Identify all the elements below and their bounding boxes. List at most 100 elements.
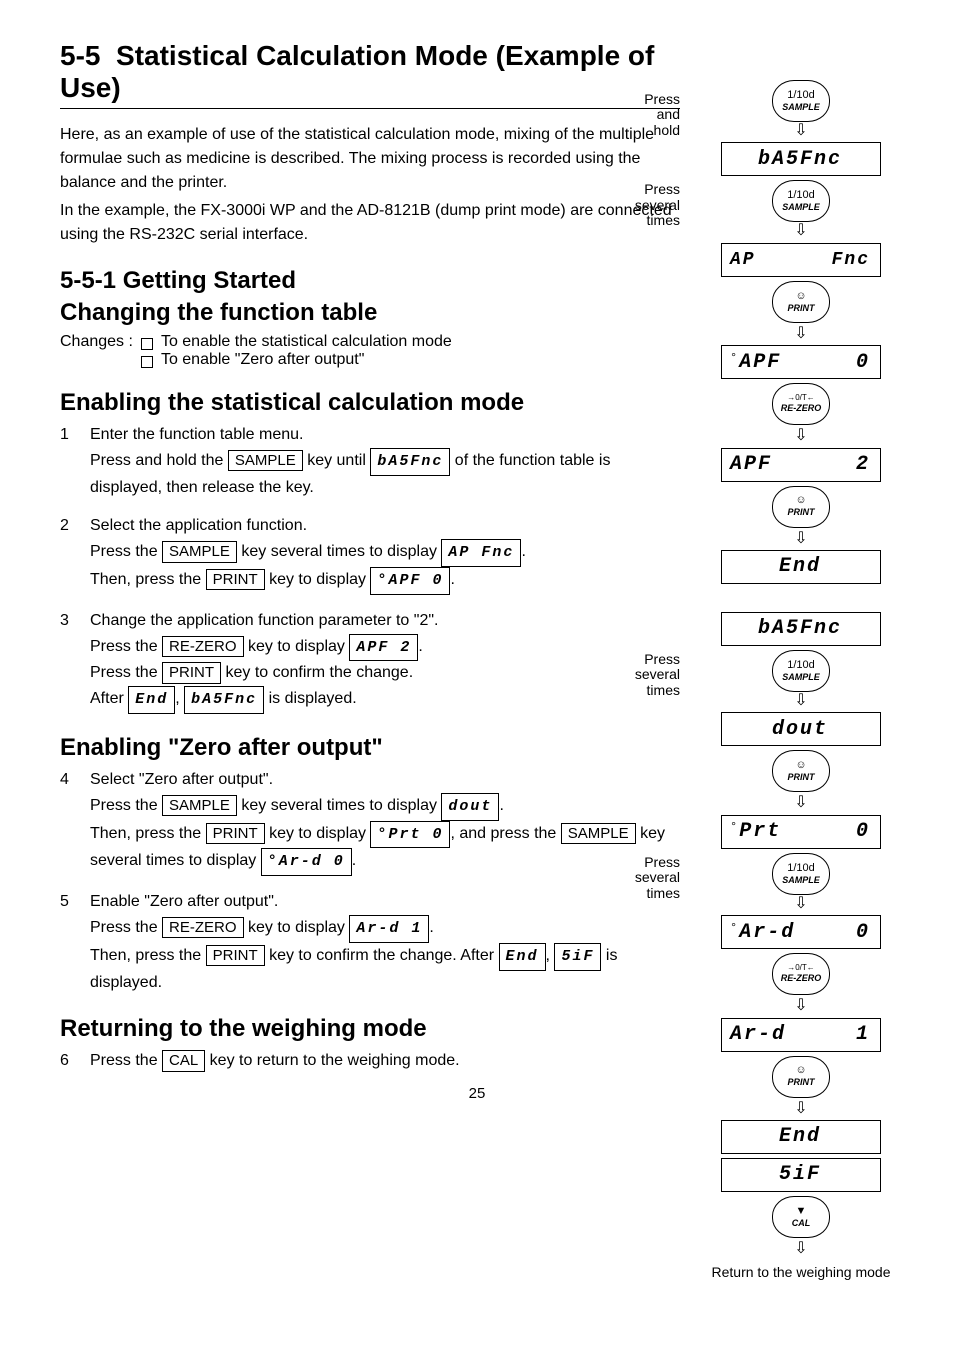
display-apf0: °APF 0 xyxy=(721,345,881,379)
page-number: 25 xyxy=(0,1085,954,1102)
print-key-icon: ☺ PRINT xyxy=(772,750,830,792)
key-label: RE-ZERO xyxy=(781,404,822,413)
key-top: →0/T← xyxy=(787,964,815,972)
key-top: ☺ xyxy=(795,291,806,302)
print-keybox: PRINT xyxy=(206,569,265,591)
display-ba5fnc2: bA5Fnc xyxy=(721,612,881,646)
changes-row: Changes : To enable the statistical calc… xyxy=(60,333,680,369)
rezero-key-icon: →0/T← RE-ZERO xyxy=(772,383,830,425)
seg: °Prt xyxy=(730,820,781,843)
step2-line2a: Press the xyxy=(90,543,162,560)
section-title-text: Statistical Calculation Mode (Example of… xyxy=(60,40,654,103)
segbox-ba5fnc2: bA5Fnc xyxy=(184,686,264,714)
segbox-sif: 5iF xyxy=(554,943,601,971)
key-top: 1/10d xyxy=(787,660,815,671)
sample-key-icon: 1/10d SAMPLE xyxy=(772,180,830,222)
key-label: SAMPLE xyxy=(782,103,820,112)
arrow-down-icon: ⇩ xyxy=(794,897,807,911)
key-top: 1/10d xyxy=(787,90,815,101)
step4-line1: Select "Zero after output". xyxy=(90,771,273,788)
display-end: End xyxy=(721,550,881,584)
step5-line3a: Then, press the xyxy=(90,947,206,964)
intro-p2: In the example, the FX-3000i WP and the … xyxy=(60,199,680,247)
step-4: 4 Select "Zero after output". Press the … xyxy=(60,768,680,876)
step4-line2b: key several times to display xyxy=(241,797,441,814)
step3-line1: Change the application function paramete… xyxy=(90,612,438,629)
seg-apf2: APF 2 xyxy=(356,639,411,656)
press-text: Press xyxy=(644,854,680,870)
key-top: 1/10d xyxy=(787,863,815,874)
seg: °Ar-d xyxy=(730,921,795,944)
seg: bA5Fnc xyxy=(758,617,842,640)
step-1-num: 1 xyxy=(60,423,80,500)
arrow-down-icon: ⇩ xyxy=(794,429,807,443)
step-6: 6 Press the CAL key to return to the wei… xyxy=(60,1049,680,1074)
arrow-down-icon: ⇩ xyxy=(794,694,807,708)
sample-keybox: SAMPLE xyxy=(228,450,303,472)
press-text: Press xyxy=(644,181,680,197)
bullet-icon xyxy=(141,338,153,350)
step3-line3b: key to confirm the change. xyxy=(225,664,413,681)
seg-sif: 5iF xyxy=(561,948,594,965)
seg: End xyxy=(779,1125,821,1148)
sub1-t1: Getting Started xyxy=(123,267,296,294)
intro-p1: Here, as an example of use of the statis… xyxy=(60,123,680,195)
rezero-key-icon: →0/T← RE-ZERO xyxy=(772,953,830,995)
key-label: PRINT xyxy=(788,508,815,517)
step-5-num: 5 xyxy=(60,890,80,995)
deg: ° xyxy=(730,351,739,365)
rezero-keybox: RE-ZERO xyxy=(162,636,244,658)
key-label: RE-ZERO xyxy=(781,974,822,983)
arrow-down-icon: ⇩ xyxy=(794,1242,807,1256)
step6b: key to return to the weighing mode. xyxy=(210,1052,460,1069)
step-2-num: 2 xyxy=(60,514,80,594)
arrow-down-icon: ⇩ xyxy=(794,532,807,546)
arrow-down-icon: ⇩ xyxy=(794,327,807,341)
arrow-down-icon: ⇩ xyxy=(794,1102,807,1116)
seg-ard0: °Ar-d 0 xyxy=(268,853,345,870)
changes-item-2: To enable "Zero after output" xyxy=(141,351,452,369)
key-label: SAMPLE xyxy=(782,673,820,682)
step3-line2b: key to display xyxy=(248,638,349,655)
step3-line3a: Press the xyxy=(90,664,162,681)
step2-line3a: Then, press the xyxy=(90,571,206,588)
section-title: 5-5 Statistical Calculation Mode (Exampl… xyxy=(60,40,680,104)
return-title: Returning to the weighing mode xyxy=(60,1015,680,1043)
enable-stat-title: Enabling the statistical calculation mod… xyxy=(60,389,680,417)
step5-line2b: key to display xyxy=(248,919,349,936)
key-top: 1/10d xyxy=(787,190,815,201)
segbox-apf0: °APF 0 xyxy=(370,567,450,595)
segbox-end2: End xyxy=(499,943,546,971)
seg-ard1: Ar-d 1 xyxy=(356,920,422,937)
key-top: ☺ xyxy=(795,495,806,506)
cal-key-icon: ▼ CAL xyxy=(772,1196,830,1238)
print-keybox: PRINT xyxy=(162,662,221,684)
seg: bA5Fnc xyxy=(758,148,842,171)
key-label: SAMPLE xyxy=(782,876,820,885)
seg-end2: End xyxy=(506,948,539,965)
display-apf2: APF 2 xyxy=(721,448,881,482)
seg-text: Prt xyxy=(739,820,781,843)
arrow-down-icon: ⇩ xyxy=(794,999,807,1013)
segbox-apfnc: AP Fnc xyxy=(441,539,521,567)
step-5: 5 Enable "Zero after output". Press the … xyxy=(60,890,680,995)
print-key-icon: ☺ PRINT xyxy=(772,486,830,528)
step4-line2a: Press the xyxy=(90,797,162,814)
step-3: 3 Change the application function parame… xyxy=(60,609,680,714)
display-sif: 5iF xyxy=(721,1158,881,1192)
key-label: PRINT xyxy=(788,773,815,782)
step1-line2a: Press and hold the xyxy=(90,452,228,469)
step6a: Press the xyxy=(90,1052,162,1069)
seg-ba5fnc2: bA5Fnc xyxy=(191,691,257,708)
key-top: ☺ xyxy=(795,1065,806,1076)
seg: End xyxy=(779,555,821,578)
arrow-down-icon: ⇩ xyxy=(794,224,807,238)
sample-key-icon: 1/10d SAMPLE xyxy=(772,650,830,692)
display-ard0: °Ar-d 0 xyxy=(721,915,881,949)
step1-line1: Enter the function table menu. xyxy=(90,426,303,443)
key-label: CAL xyxy=(792,1219,811,1228)
step1-line2b: key until xyxy=(307,452,370,469)
cal-keybox: CAL xyxy=(162,1050,205,1072)
seg-end: End xyxy=(135,691,168,708)
press-label: Press several times xyxy=(635,182,680,228)
